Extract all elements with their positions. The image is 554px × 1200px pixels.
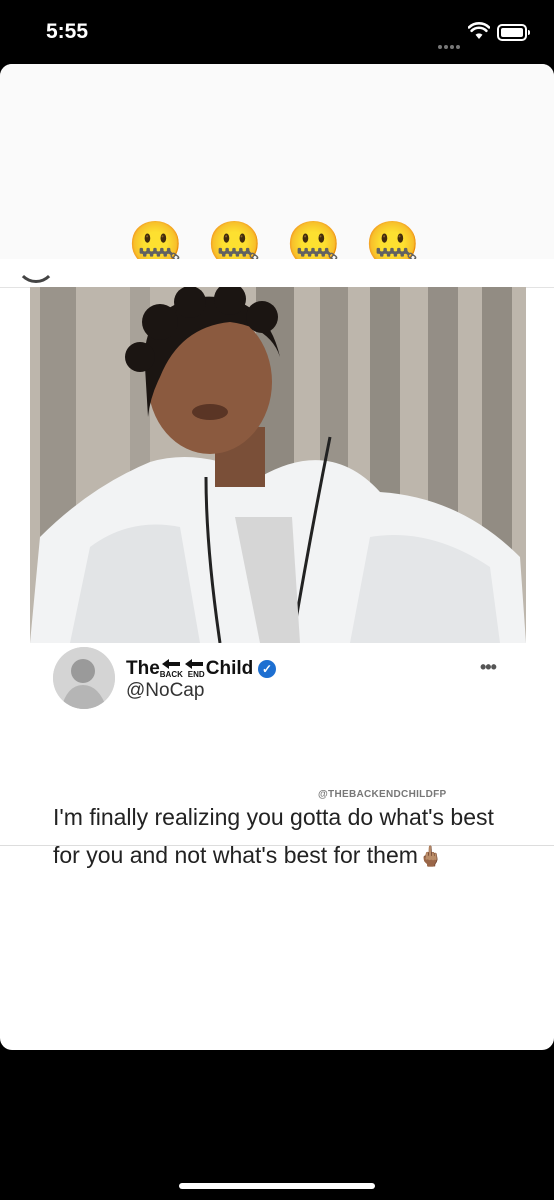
more-icon[interactable]: ••• — [480, 657, 497, 678]
status-bar: 5:55 — [0, 0, 554, 64]
wifi-icon — [468, 22, 490, 39]
home-indicator[interactable] — [179, 1183, 375, 1189]
user-handle: @NoCap — [126, 680, 205, 701]
display-name-suffix: Child — [205, 658, 254, 679]
content-sheet: 🤐 🤐 🤐 🤐 The BACK END Child ✓ @NoCap ••• … — [0, 64, 554, 1050]
logo-word-end: END — [187, 670, 205, 679]
post-photo[interactable] — [30, 287, 526, 643]
tweet-text: I'm finally realizing you gotta do what'… — [53, 798, 523, 876]
photo-illustration — [30, 287, 526, 643]
verified-icon: ✓ — [258, 660, 276, 678]
battery-icon — [497, 24, 530, 41]
display-name: The BACK END Child — [126, 658, 253, 680]
cellular-signal-icon — [438, 36, 462, 54]
post-header-strip — [0, 259, 554, 288]
middle-finger-emoji: 🖕🏽 — [417, 846, 443, 868]
caption-area: 🤐 🤐 🤐 🤐 — [0, 64, 554, 269]
avatar[interactable] — [53, 647, 115, 709]
avatar-peek — [16, 243, 56, 283]
tweet-card[interactable]: The BACK END Child ✓ @NoCap ••• @THEBACKEND… — [0, 643, 554, 868]
backend-logo: BACK END — [160, 658, 206, 680]
logo-word-back: BACK — [159, 670, 183, 679]
display-name-prefix: The — [126, 658, 160, 679]
status-time: 5:55 — [46, 20, 89, 43]
